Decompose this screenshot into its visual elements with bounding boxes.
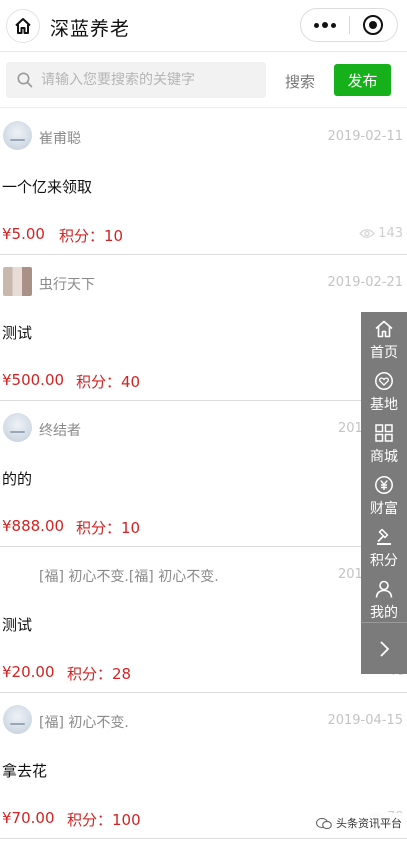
- mini-program-capsule: [300, 8, 398, 42]
- avatar: [3, 705, 32, 734]
- side-menu-item-mine[interactable]: 我的: [361, 574, 407, 626]
- grid-icon: [373, 422, 395, 444]
- eye-icon: [359, 229, 375, 238]
- gavel-icon: [373, 526, 395, 548]
- side-menu-item-mall[interactable]: 商城: [361, 418, 407, 470]
- more-dots-icon: [314, 22, 319, 28]
- side-menu-label: 积分: [370, 553, 398, 569]
- search-input[interactable]: [41, 72, 251, 88]
- side-menu-label: 基地: [370, 397, 398, 413]
- home-button[interactable]: [6, 9, 40, 43]
- side-menu-item-wealth[interactable]: 财富: [361, 470, 407, 522]
- post-price: ¥888.00: [2, 517, 65, 535]
- watermark-text: 头条资讯平台: [336, 817, 402, 830]
- post-content: 拿去花: [2, 762, 48, 780]
- post-item[interactable]: 终结者 2019-0 的的 ¥888.00 积分：10 60: [0, 401, 407, 547]
- side-menu-item-base[interactable]: 基地: [361, 366, 407, 418]
- side-menu-label: 商城: [370, 449, 398, 465]
- floating-side-menu: 首页 基地 商城 财富 积分 我的: [361, 312, 407, 674]
- yen-icon: [373, 474, 395, 496]
- post-points: 积分：28: [67, 665, 132, 683]
- side-menu-label: 首页: [370, 345, 398, 361]
- base-heart-icon: [373, 370, 395, 392]
- side-menu-item-home[interactable]: 首页: [361, 314, 407, 366]
- post-price: ¥5.00: [2, 225, 45, 243]
- post-content: 测试: [2, 616, 33, 634]
- post-views: 143: [359, 226, 403, 241]
- watermark-logo-icon: [316, 817, 332, 829]
- search-row: 搜索 发布: [0, 52, 407, 108]
- user-icon: [373, 578, 395, 600]
- post-date: 2019-02-11: [327, 129, 403, 144]
- post-price: ¥20.00: [2, 663, 55, 681]
- home-icon: [15, 18, 31, 34]
- post-author: 终结者: [39, 423, 81, 439]
- close-mini-program-button[interactable]: [350, 9, 397, 41]
- post-content: 测试: [2, 324, 33, 342]
- avatar: [3, 121, 32, 150]
- post-date: 2019-04-15: [327, 713, 403, 728]
- page-title: 深蓝养老: [50, 18, 131, 40]
- search-button[interactable]: 搜索: [285, 71, 315, 92]
- post-points: 积分：40: [76, 373, 141, 391]
- avatar: [3, 267, 32, 296]
- post-content: 的的: [2, 470, 33, 488]
- post-points: 积分：10: [59, 227, 124, 245]
- post-author: [福] 初心不变.[福] 初心不变.: [39, 569, 219, 585]
- avatar: [3, 559, 32, 588]
- post-date: 2019-02-21: [327, 275, 403, 290]
- view-count: 143: [378, 226, 403, 241]
- top-nav-bar: 深蓝养老: [0, 0, 407, 52]
- post-author: [福] 初心不变.: [39, 715, 129, 731]
- post-item[interactable]: 崔甫聪 2019-02-11 一个亿来领取 ¥5.00 积分：10 143: [0, 109, 407, 255]
- post-price: ¥70.00: [2, 809, 55, 827]
- side-menu-label: 财富: [370, 501, 398, 517]
- post-author: 虫行天下: [39, 277, 95, 293]
- watermark: 头条资讯平台: [312, 813, 406, 833]
- more-button[interactable]: [301, 9, 349, 41]
- home-outline-icon: [373, 318, 395, 340]
- post-price: ¥500.00: [2, 371, 65, 389]
- post-author: 崔甫聪: [39, 131, 81, 147]
- post-points: 积分：100: [67, 811, 141, 829]
- post-item[interactable]: 虫行天下 2019-02-21 测试 ¥500.00 积分：40: [0, 255, 407, 401]
- chevron-right-icon: [380, 641, 390, 657]
- post-content: 一个亿来领取: [2, 178, 93, 196]
- avatar: [3, 413, 32, 442]
- search-box[interactable]: [6, 62, 266, 98]
- side-menu-label: 我的: [370, 605, 398, 621]
- target-close-icon: [363, 15, 384, 35]
- post-item[interactable]: [福] 初心不变.[福] 初心不变. 2019-0 测试 ¥20.00 积分：2…: [0, 547, 407, 693]
- side-menu-divider: [361, 622, 407, 623]
- side-menu-collapse-button[interactable]: [361, 624, 407, 674]
- post-feed: 崔甫聪 2019-02-11 一个亿来领取 ¥5.00 积分：10 143 虫行…: [0, 109, 407, 839]
- search-icon: [17, 72, 33, 88]
- side-menu-item-points[interactable]: 积分: [361, 522, 407, 574]
- post-points: 积分：10: [76, 519, 141, 537]
- publish-button[interactable]: 发布: [334, 64, 391, 96]
